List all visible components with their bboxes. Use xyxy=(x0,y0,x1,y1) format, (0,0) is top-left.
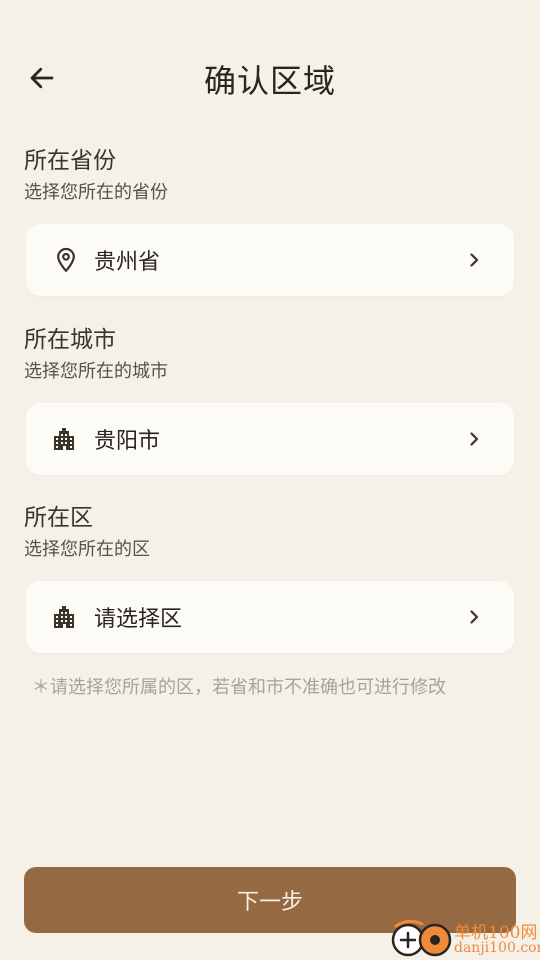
building-icon xyxy=(52,603,80,631)
district-section: 所在区 选择您所在的区 xyxy=(24,503,516,563)
building-icon xyxy=(52,425,80,453)
city-title: 所在城市 xyxy=(24,327,116,353)
province-section: 所在省份 选择您所在的省份 xyxy=(24,146,516,206)
location-pin-icon xyxy=(52,246,80,274)
watermark-logo-icon xyxy=(391,919,452,957)
city-selector[interactable]: 贵阳市 xyxy=(26,403,514,475)
hint-text: ＊请选择您所属的区，若省和市不准确也可进行修改 xyxy=(32,677,446,698)
watermark-url: danji100.com xyxy=(454,940,540,956)
province-selector[interactable]: 贵州省 xyxy=(26,224,514,296)
page-title: 确认区域 xyxy=(203,62,336,100)
chevron-right-icon xyxy=(462,427,486,451)
watermark: 单机100网 danji100.com xyxy=(388,916,540,960)
district-value: 请选择区 xyxy=(94,607,183,632)
city-value: 贵阳市 xyxy=(94,429,161,454)
district-title: 所在区 xyxy=(24,505,93,531)
city-section: 所在城市 选择您所在的城市 xyxy=(24,325,516,385)
app-header: 确认区域 xyxy=(0,50,540,106)
province-value: 贵州省 xyxy=(94,250,161,275)
province-title: 所在省份 xyxy=(24,148,116,174)
district-selector[interactable]: 请选择区 xyxy=(26,581,514,653)
province-subtitle: 选择您所在的省份 xyxy=(24,182,168,203)
chevron-right-icon xyxy=(462,605,486,629)
city-subtitle: 选择您所在的城市 xyxy=(24,361,168,382)
chevron-right-icon xyxy=(462,248,486,272)
district-subtitle: 选择您所在的区 xyxy=(24,539,150,560)
